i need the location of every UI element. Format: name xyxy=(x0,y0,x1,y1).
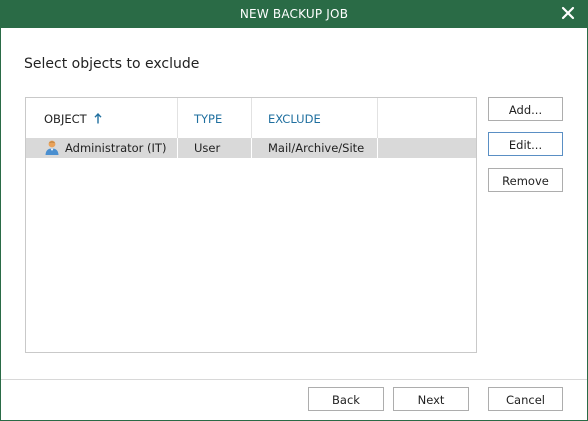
row-object-name: Administrator (IT) xyxy=(65,141,167,155)
next-button[interactable]: Next xyxy=(393,387,469,411)
cell-exclude: Mail/Archive/Site xyxy=(252,138,378,158)
column-header-filler xyxy=(378,98,476,138)
page-heading: Select objects to exclude xyxy=(24,56,200,72)
column-header-exclude[interactable]: EXCLUDE xyxy=(252,98,378,138)
edit-button[interactable]: Edit... xyxy=(488,132,563,156)
cancel-button[interactable]: Cancel xyxy=(488,387,563,411)
back-button[interactable]: Back xyxy=(308,387,384,411)
objects-grid[interactable]: OBJECT TYPE EXCLUDE Administrator (IT) U… xyxy=(25,97,477,353)
cell-type: User xyxy=(178,138,252,158)
table-row[interactable]: Administrator (IT) User Mail/Archive/Sit… xyxy=(26,138,476,158)
remove-button[interactable]: Remove xyxy=(488,168,563,192)
column-header-object-label: OBJECT xyxy=(44,112,87,126)
close-icon[interactable] xyxy=(560,5,576,21)
user-icon xyxy=(44,139,60,155)
new-backup-job-dialog: NEW BACKUP JOB Select objects to exclude… xyxy=(0,0,588,421)
title-bar: NEW BACKUP JOB xyxy=(0,0,588,28)
add-button[interactable]: Add... xyxy=(488,97,563,121)
grid-header: OBJECT TYPE EXCLUDE xyxy=(26,98,476,138)
window-title: NEW BACKUP JOB xyxy=(239,7,349,21)
column-header-object[interactable]: OBJECT xyxy=(26,98,178,138)
column-header-type[interactable]: TYPE xyxy=(178,98,252,138)
footer-divider xyxy=(1,379,587,380)
cell-object: Administrator (IT) xyxy=(26,138,178,158)
sort-ascending-icon xyxy=(94,99,102,141)
cell-filler xyxy=(378,138,476,158)
